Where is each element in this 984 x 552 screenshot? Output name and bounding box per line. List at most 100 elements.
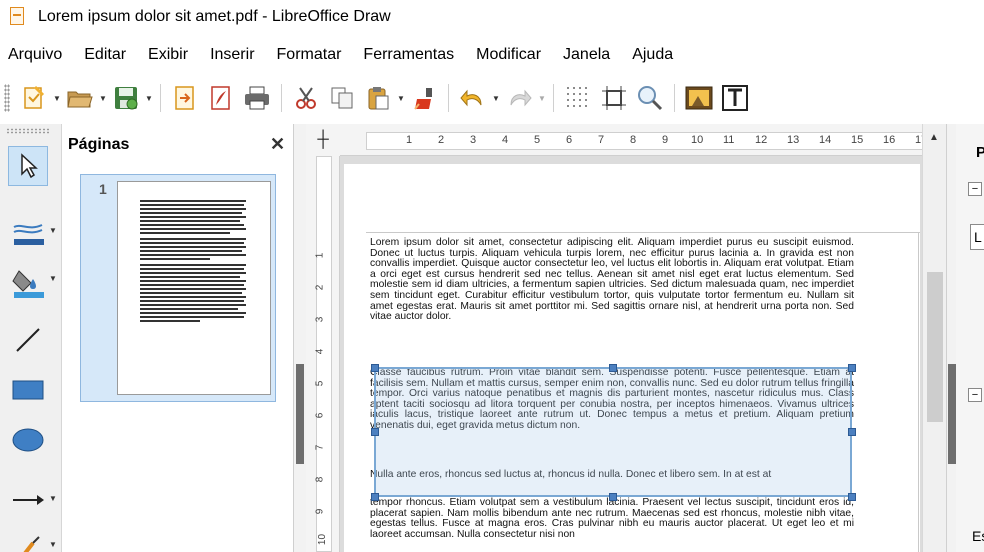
tab-stop-selector[interactable]: ┼ xyxy=(306,124,340,156)
menu-exibir[interactable]: Exibir xyxy=(148,46,188,64)
arrow-line-dropdown[interactable]: ▼ xyxy=(49,494,57,503)
text-box-icon[interactable] xyxy=(717,80,753,116)
title-bar: Lorem ipsum dolor sit amet.pdf - LibreOf… xyxy=(0,0,984,34)
ellipse-tool-icon[interactable] xyxy=(8,420,48,460)
vertical-scrollbar[interactable]: ▲ xyxy=(922,124,946,552)
pages-panel-splitter[interactable] xyxy=(294,124,306,552)
text-paragraph[interactable]: Lorem ipsum dolor sit amet, consectetur … xyxy=(370,237,854,356)
scrollbar-thumb[interactable] xyxy=(927,272,943,422)
ruler-tick: 2 xyxy=(314,284,326,291)
ruler-tick: 16 xyxy=(883,134,896,146)
curve-tool-icon[interactable] xyxy=(8,528,48,552)
export-pdf-icon[interactable] xyxy=(203,80,239,116)
ruler-tick: 5 xyxy=(534,134,541,146)
page-margin-line xyxy=(918,232,919,552)
menu-modificar[interactable]: Modificar xyxy=(476,46,541,64)
ruler-tick: 9 xyxy=(314,508,326,515)
close-icon[interactable]: ✕ xyxy=(270,134,285,155)
resize-handle[interactable] xyxy=(848,493,856,501)
grid-icon[interactable] xyxy=(560,80,596,116)
line-color-dropdown[interactable]: ▼ xyxy=(49,226,57,235)
toolbar-separator xyxy=(674,84,675,112)
menu-ajuda[interactable]: Ajuda xyxy=(632,46,673,64)
save-icon[interactable] xyxy=(108,80,144,116)
fill-color-dropdown[interactable]: ▼ xyxy=(49,274,57,283)
helplines-icon[interactable] xyxy=(596,80,632,116)
line-tool-icon[interactable] xyxy=(8,320,48,360)
document-canvas[interactable]: ┼ 1 2 3 4 5 6 7 8 9 10 11 12 13 14 15 16… xyxy=(306,124,946,552)
resize-handle[interactable] xyxy=(609,364,617,372)
ruler-tick: 10 xyxy=(691,134,704,146)
ruler-tick: 15 xyxy=(851,134,864,146)
drawing-toolbar: ▼ ▼ ▼ ▼ xyxy=(0,124,62,552)
ruler-tick: 12 xyxy=(755,134,768,146)
undo-dropdown-arrow[interactable]: ▼ xyxy=(491,80,501,116)
ruler-tick: 7 xyxy=(314,444,326,451)
select-icon[interactable] xyxy=(8,146,48,186)
resize-handle[interactable] xyxy=(371,364,379,372)
redo-dropdown-arrow[interactable]: ▼ xyxy=(537,80,547,116)
ruler-tick: 3 xyxy=(470,134,477,146)
arrow-line-icon[interactable] xyxy=(8,480,48,520)
vertical-ruler[interactable]: 1 2 3 4 5 6 7 8 9 10 xyxy=(306,156,340,552)
zoom-icon[interactable] xyxy=(632,80,668,116)
sidebar-section-label: Es xyxy=(972,528,984,544)
resize-handle[interactable] xyxy=(609,493,617,501)
window-title: Lorem ipsum dolor sit amet.pdf - LibreOf… xyxy=(38,8,391,25)
drawing-toolbar-grip[interactable] xyxy=(6,128,50,134)
pages-panel: Páginas ✕ 1 xyxy=(62,124,294,552)
resize-handle[interactable] xyxy=(371,428,379,436)
menu-janela[interactable]: Janela xyxy=(563,46,610,64)
menu-formatar[interactable]: Formatar xyxy=(277,46,342,64)
open-folder-icon[interactable] xyxy=(62,80,98,116)
menu-arquivo[interactable]: Arquivo xyxy=(8,46,62,64)
resize-handle[interactable] xyxy=(848,364,856,372)
resize-handle[interactable] xyxy=(848,428,856,436)
cut-icon[interactable] xyxy=(288,80,324,116)
print-icon[interactable] xyxy=(239,80,275,116)
ruler-tick: 14 xyxy=(819,134,832,146)
image-icon[interactable] xyxy=(681,80,717,116)
export-icon[interactable] xyxy=(167,80,203,116)
page-thumbnail[interactable]: 1 xyxy=(80,174,276,402)
selection-frame[interactable] xyxy=(374,367,852,497)
undo-icon[interactable] xyxy=(455,80,491,116)
horizontal-ruler[interactable]: 1 2 3 4 5 6 7 8 9 10 11 12 13 14 15 16 1… xyxy=(340,124,946,156)
new-dropdown-arrow[interactable]: ▼ xyxy=(52,80,62,116)
collapse-handle[interactable] xyxy=(948,364,956,464)
standard-toolbar: ▼ ▼ ▼ ▼ ▼ ▼ xyxy=(0,76,984,120)
save-dropdown-arrow[interactable]: ▼ xyxy=(144,80,154,116)
clone-formatting-icon[interactable] xyxy=(406,80,442,116)
fill-color-icon[interactable] xyxy=(8,262,48,302)
ruler-tick: 10 xyxy=(317,533,329,546)
menu-inserir[interactable]: Inserir xyxy=(210,46,254,64)
ruler-tick: 6 xyxy=(314,412,326,419)
ruler-tick: 1 xyxy=(314,252,326,259)
sidebar-field[interactable]: L xyxy=(970,224,984,250)
copy-icon[interactable] xyxy=(324,80,360,116)
ruler-tick: 4 xyxy=(502,134,509,146)
curve-tool-dropdown[interactable]: ▼ xyxy=(49,540,57,549)
text-paragraph[interactable]: tempor rhoncus. Etiam volutpat sem a ves… xyxy=(370,497,854,552)
menu-ferramentas[interactable]: Ferramentas xyxy=(363,46,454,64)
menu-editar[interactable]: Editar xyxy=(84,46,126,64)
scroll-up-icon[interactable]: ▲ xyxy=(929,132,939,143)
resize-handle[interactable] xyxy=(371,493,379,501)
collapse-section-icon[interactable]: − xyxy=(968,182,982,196)
rectangle-tool-icon[interactable] xyxy=(8,370,48,410)
new-document-icon[interactable] xyxy=(16,80,52,116)
collapse-section-icon[interactable]: − xyxy=(968,388,982,402)
ruler-tick: 8 xyxy=(314,476,326,483)
open-dropdown-arrow[interactable]: ▼ xyxy=(98,80,108,116)
toolbar-grip[interactable] xyxy=(4,84,10,112)
libreoffice-draw-icon xyxy=(8,6,26,28)
redo-icon[interactable] xyxy=(501,80,537,116)
sidebar-splitter[interactable] xyxy=(946,124,956,552)
collapse-handle[interactable] xyxy=(296,364,304,464)
ruler-tick: 4 xyxy=(314,348,326,355)
document-page[interactable]: Lorem ipsum dolor sit amet, consectetur … xyxy=(344,164,920,552)
line-color-icon[interactable] xyxy=(8,214,48,254)
ruler-tick: 5 xyxy=(314,380,326,387)
paste-dropdown-arrow[interactable]: ▼ xyxy=(396,80,406,116)
paste-icon[interactable] xyxy=(360,80,396,116)
